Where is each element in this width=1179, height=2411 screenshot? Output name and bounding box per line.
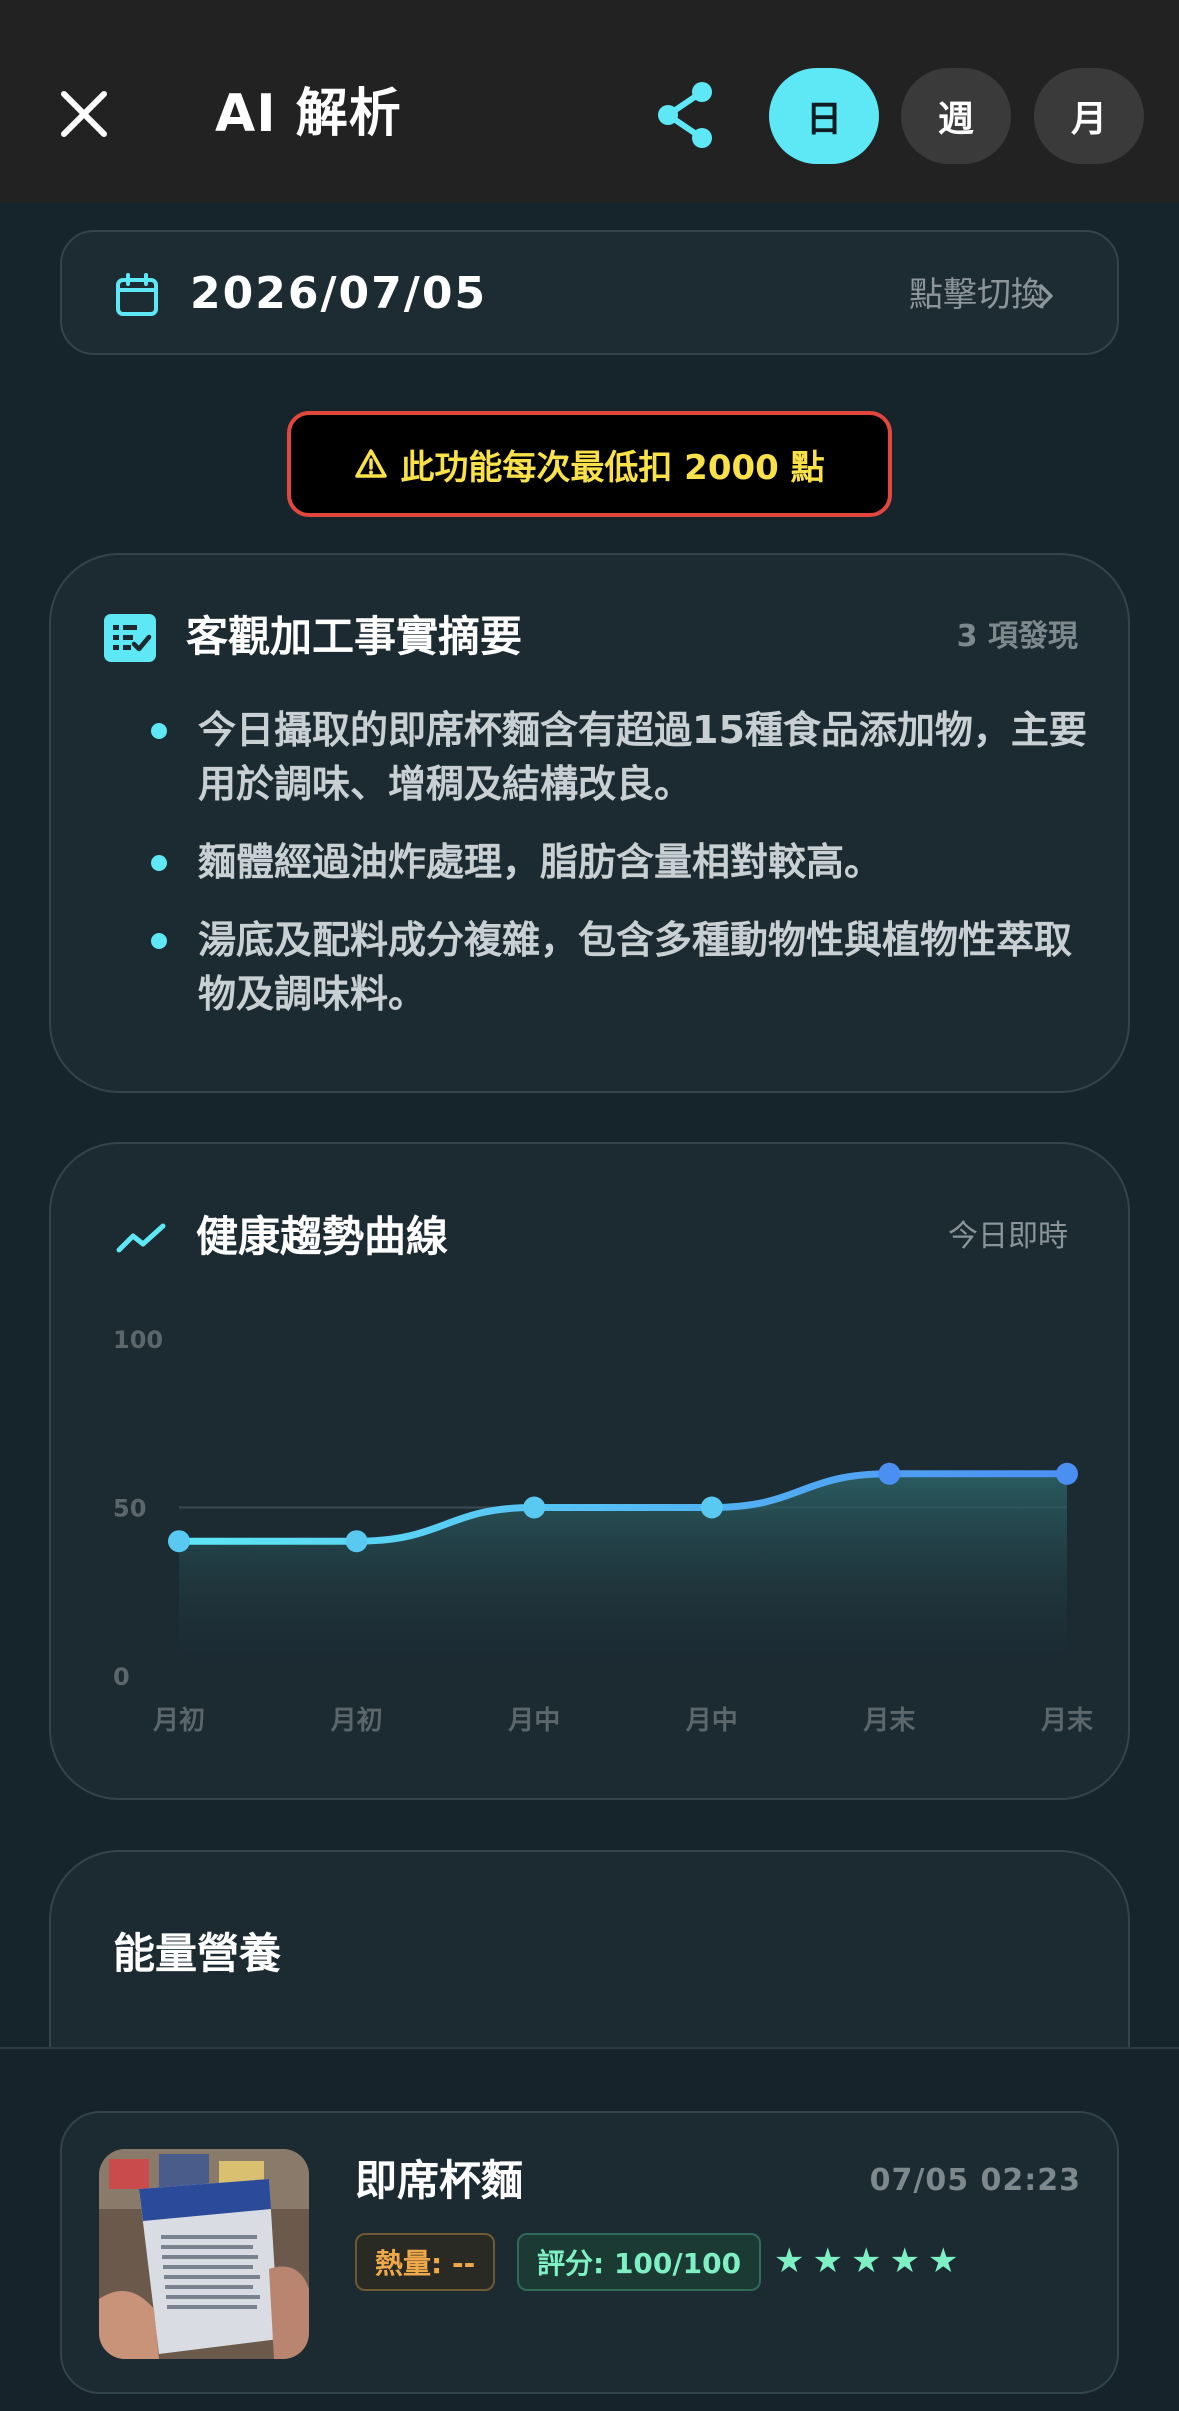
top-bar: AI 解析 日 週 月 — [0, 0, 1179, 202]
list-item: 湯底及配料成分複雜，包含多種動物性與植物性萃取物及調味料。 — [101, 913, 1101, 1021]
x-tick-label: 月中 — [507, 1706, 560, 1736]
findings-count: 3 項發現 — [956, 619, 1078, 654]
calorie-badge: 熱量: -- — [355, 2233, 496, 2291]
x-tick-label: 月中 — [685, 1706, 738, 1736]
star-icon: ★ — [812, 2241, 843, 2281]
period-tab-month[interactable]: 月 — [1034, 68, 1144, 164]
energy-nutrition-card: 能量營養 — [49, 1850, 1130, 2070]
list-item: 今日攝取的即席杯麵含有超過15種食品添加物，主要用於調味、增稠及結構改良。 — [101, 703, 1101, 811]
data-point — [700, 1496, 723, 1519]
y-tick-label: 0 — [113, 1663, 130, 1691]
x-tick-label: 月末 — [1040, 1706, 1094, 1736]
list-item: 麵體經過油炸處理，脂肪含量相對較高。 — [101, 835, 1101, 889]
data-point — [168, 1530, 190, 1553]
selected-date: 2026/07/05 — [190, 268, 488, 319]
data-point — [1056, 1462, 1078, 1485]
star-icon: ★ — [850, 2241, 882, 2281]
star-icon: ★ — [927, 2241, 959, 2281]
food-entry-card[interactable]: 即席杯麵 07/05 02:23 熱量: -- 評分: 100/100 ★ ★ … — [60, 2111, 1119, 2394]
star-icon: ★ — [774, 2241, 805, 2281]
star-icon: ★ — [889, 2241, 920, 2281]
period-tab-day[interactable]: 日 — [769, 68, 879, 164]
checklist-icon — [104, 614, 156, 662]
rating-stars: ★ ★ ★ ★ ★ — [774, 2241, 958, 2281]
summary-title: 客觀加工事實摘要 — [186, 612, 523, 661]
chevron-right-icon — [1039, 284, 1053, 308]
score-badge: 評分: 100/100 — [517, 2233, 762, 2291]
x-tick-label: 月末 — [862, 1706, 916, 1736]
data-point — [878, 1462, 901, 1485]
y-tick-label: 50 — [113, 1495, 146, 1523]
close-icon[interactable] — [52, 82, 116, 146]
date-selector[interactable]: 2026/07/05 點擊切換 — [60, 230, 1119, 355]
warning-icon — [355, 449, 388, 478]
calendar-icon — [116, 273, 158, 316]
findings-list: 今日攝取的即席杯麵含有超過15種食品添加物，主要用於調味、增稠及結構改良。 麵體… — [101, 703, 1101, 1045]
entry-timestamp: 07/05 02:23 — [869, 2163, 1081, 2198]
processing-facts-card: 客觀加工事實摘要 3 項發現 今日攝取的即席杯麵含有超過15種食品添加物，主要用… — [49, 553, 1130, 1093]
data-point — [523, 1496, 546, 1519]
x-tick-label: 月初 — [152, 1706, 205, 1736]
energy-title: 能量營養 — [113, 1929, 282, 1978]
data-point — [345, 1530, 368, 1553]
y-tick-label: 100 — [113, 1326, 163, 1354]
share-icon[interactable] — [652, 80, 718, 150]
switch-date-label: 點擊切換 — [909, 275, 1045, 315]
bottom-panel: 即席杯麵 07/05 02:23 熱量: -- 評分: 100/100 ★ ★ … — [0, 2047, 1179, 2411]
food-name: 即席杯麵 — [355, 2156, 524, 2205]
period-tab-week[interactable]: 週 — [901, 68, 1011, 164]
cost-warning-banner: 此功能每次最低扣 2000 點 — [287, 411, 892, 517]
trend-chart: 100 50 0 月初 月初 月中 月中 月末 月末 — [113, 1326, 1094, 1736]
x-tick-label: 月初 — [330, 1706, 383, 1736]
health-trend-card: 健康趨勢曲線 今日即時 100 50 0 月初 月初 月中 月中 月末 月末 — [49, 1142, 1130, 1800]
warning-text: 此功能每次最低扣 2000 點 — [400, 447, 825, 488]
page-title: AI 解析 — [215, 84, 402, 144]
food-photo — [99, 2149, 309, 2359]
